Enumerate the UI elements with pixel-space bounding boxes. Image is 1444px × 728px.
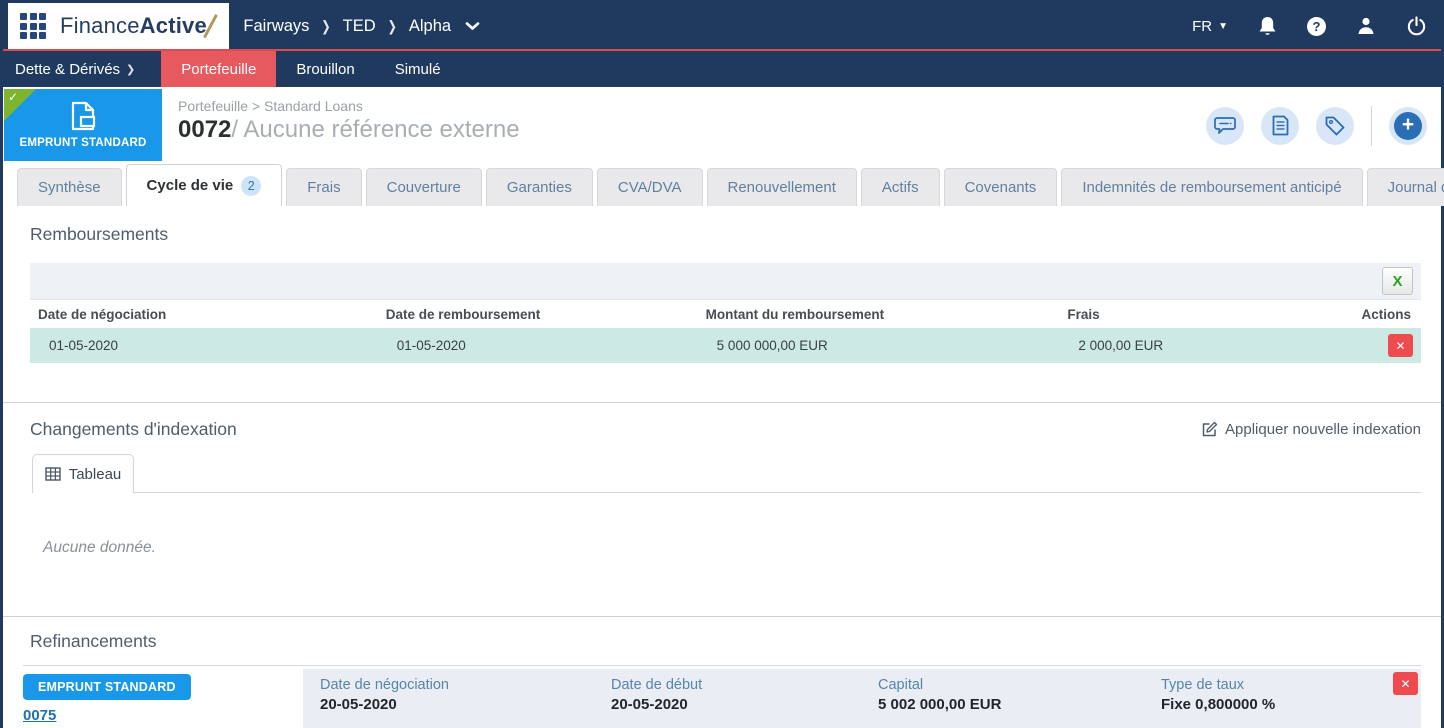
chevron-right-icon: ❯ [321,18,331,35]
delete-row-button[interactable]: ✕ [1388,334,1413,357]
page-header: ✓ EMPRUNT STANDARD Portefeuille > Standa… [3,87,1441,164]
page-title: 0072/ Aucune référence externe [178,116,520,143]
table-row[interactable]: 01-05-2020 01-05-2020 5 000 000,00 EUR 2… [30,328,1421,363]
breadcrumb-item-alpha[interactable]: Alpha [409,17,451,36]
section-indexation: Changements d'indexation Appliquer nouve… [3,403,1441,557]
section-title: Refinancements [30,631,157,651]
document-icon [1272,115,1288,136]
tab-count-badge: 2 [241,175,262,196]
tab-cva-dva[interactable]: CVA/DVA [596,168,703,206]
add-button[interactable]: + [1389,106,1427,145]
excel-export-button[interactable]: X [1382,267,1413,295]
actions-divider [1371,105,1372,146]
page-titles: Portefeuille > Standard Loans 0072/ Aucu… [178,87,520,164]
tab-tableau[interactable]: Tableau [32,454,134,493]
col-date-remboursement: Date de remboursement [377,299,698,328]
cell-montant: 5 000 000,00 EUR [697,328,1060,363]
section-remboursements: Remboursements X Date de négociation Dat… [3,206,1441,363]
refinancement-id-link[interactable]: 0075 [23,707,303,724]
nav-item-simule[interactable]: Simulé [375,51,461,87]
tab-actifs[interactable]: Actifs [860,168,940,206]
language-selector[interactable]: FR ▼ [1192,18,1228,35]
section-title: Remboursements [30,224,169,244]
tab-renouvellement[interactable]: Renouvellement [706,168,857,206]
cell-date-negociation: 01-05-2020 [30,328,378,363]
col-date-negociation: Date de négociation [30,299,378,328]
comment-bubble-icon [1214,116,1236,134]
notifications-bell-icon[interactable] [1258,16,1277,37]
table-grid-icon [45,467,61,481]
field-type-taux: Type de taux Fixe 0,800000 % [1161,677,1276,713]
brand-logo[interactable]: Finance Active [8,3,230,49]
tab-panel-border [134,492,1421,493]
entity-breadcrumb: Fairways ❯ TED ❯ Alpha [243,17,480,36]
refinancement-card: EMPRUNT STANDARD 0075 Date de négociatio… [23,669,1421,728]
main-nav: Dette & Dérivés ❯ Portefeuille Brouillon … [3,51,1441,87]
col-montant: Montant du remboursement [697,299,1060,328]
app-window: Finance Active Fairways ❯ TED ❯ Alpha FR ▼… [0,0,1444,728]
col-frais: Frais [1059,299,1282,328]
cell-date-remboursement: 01-05-2020 [377,328,698,363]
tab-content: Remboursements X Date de négociation Dat… [3,206,1441,728]
empty-state-text: Aucune donnée. [43,539,156,556]
tab-covenants[interactable]: Covenants [943,168,1058,206]
apply-indexation-link[interactable]: Appliquer nouvelle indexation [1201,421,1421,438]
nav-item-brouillon[interactable]: Brouillon [276,51,374,87]
close-x-icon: ✕ [1395,338,1406,353]
loan-type-badge[interactable]: ✓ EMPRUNT STANDARD [4,89,162,161]
excel-icon: X [1392,272,1403,290]
top-bar: Finance Active Fairways ❯ TED ❯ Alpha FR ▼… [3,3,1441,51]
tab-cycle-de-vie[interactable]: Cycle de vie 2 [125,164,283,206]
tag-icon [1325,116,1345,135]
app-launcher-grid-icon[interactable] [20,13,46,39]
nav-item-dette-derives[interactable]: Dette & Dérivés ❯ [3,51,161,87]
loan-type-label: EMPRUNT STANDARD [19,137,147,149]
chevron-right-icon: ❯ [387,18,397,35]
tab-couverture[interactable]: Couverture [365,168,482,206]
table-header-row: Date de négociation Date de remboursemen… [30,299,1421,328]
chevron-right-icon: ❯ [126,63,136,76]
header-actions: + [1206,105,1427,146]
delete-refinancement-button[interactable]: ✕ [1393,672,1418,695]
tab-garanties[interactable]: Garanties [485,168,593,206]
notes-button[interactable] [1261,106,1299,145]
refinancement-divider [23,665,1421,666]
breadcrumb-item-ted[interactable]: TED [343,17,376,36]
section-title: Changements d'indexation [30,419,237,439]
table-toolbar: X [30,263,1421,299]
tab-frais[interactable]: Frais [286,168,362,206]
remboursements-table: X Date de négociation Date de remboursem… [30,263,1421,363]
breadcrumb-item-fairways[interactable]: Fairways [243,17,309,36]
tags-button[interactable] [1316,106,1354,145]
edit-pencil-icon [1202,421,1218,437]
caret-down-icon: ▼ [1218,20,1228,32]
field-date-negociation: Date de négociation 20-05-2020 [320,677,449,713]
tab-synthese[interactable]: Synthèse [17,168,122,206]
refinancement-type-button[interactable]: EMPRUNT STANDARD [23,674,191,700]
loan-document-icon [71,101,95,131]
page-breadcrumb: Portefeuille > Standard Loans [178,98,363,114]
tab-indemnites[interactable]: Indemnités de remboursement anticipé [1061,168,1363,206]
close-x-icon: ✕ [1400,676,1411,691]
detail-tabs: Synthèse Cycle de vie 2 Frais Couverture … [3,164,1444,206]
field-capital: Capital 5 002 000,00 EUR [878,677,1002,713]
section-refinancements: Refinancements EMPRUNT STANDARD 0075 Dat… [3,617,1441,728]
logout-power-icon[interactable] [1406,15,1427,37]
cell-frais: 2 000,00 EUR [1059,328,1282,363]
help-icon[interactable]: ? [1307,16,1326,36]
refinancement-details: Date de négociation 20-05-2020 Date de d… [303,669,1421,728]
refinancement-identity: EMPRUNT STANDARD 0075 [23,669,303,728]
comments-button[interactable] [1206,106,1244,145]
user-account-icon[interactable] [1356,16,1376,36]
plus-icon: + [1394,111,1422,140]
chevron-down-icon[interactable] [465,21,480,31]
field-date-debut: Date de début 20-05-2020 [611,677,703,713]
col-actions: Actions [1281,299,1421,328]
tab-journal-audit[interactable]: Journal d'audit [1366,168,1444,206]
top-actions: FR ▼ ? [1192,15,1427,37]
check-icon: ✓ [8,90,19,104]
nav-item-portefeuille[interactable]: Portefeuille [161,51,277,87]
brand-wordmark: Finance Active [60,13,218,39]
